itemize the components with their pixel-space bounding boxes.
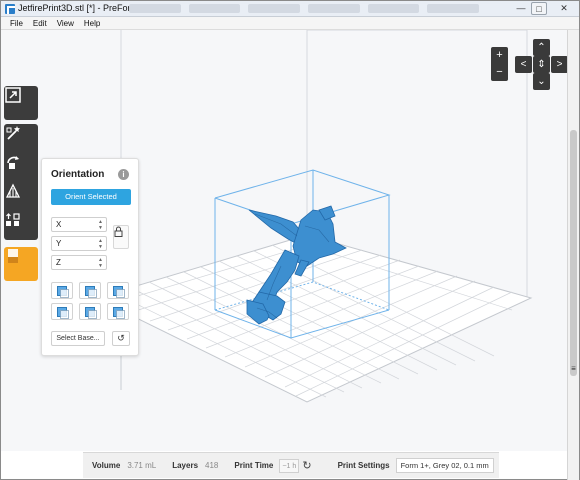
- face-top-button[interactable]: [79, 282, 101, 299]
- cube-face-icon: [113, 285, 125, 298]
- pan-right-button[interactable]: >: [551, 56, 567, 73]
- supports-icon: [5, 183, 21, 198]
- x-spinner-icon[interactable]: ▲ ▼: [98, 219, 103, 231]
- scrollbar-thumb[interactable]: [570, 130, 577, 376]
- y-spinner-icon[interactable]: ▲ ▼: [98, 238, 103, 250]
- refresh-icon[interactable]: ↻: [302, 459, 311, 472]
- z-spinner-icon[interactable]: ▲ ▼: [98, 257, 103, 269]
- cube-face-icon: [85, 285, 97, 298]
- view-dpad: ⌃ < ⇕ > ⌄: [515, 39, 567, 91]
- window-title: JetfirePrint3D.stl [*] - PreForm: [18, 3, 139, 13]
- 3d-viewport[interactable]: Orientation i Orient Selected X ▲ ▼ Y ▲ ▼ …: [1, 30, 567, 451]
- layout-icon: [6, 213, 20, 226]
- undo-icon[interactable]: ↺: [112, 331, 130, 346]
- select-base-button[interactable]: Select Base...: [51, 331, 105, 346]
- minimize-button[interactable]: —: [513, 2, 529, 15]
- orientation-panel: Orientation i Orient Selected X ▲ ▼ Y ▲ ▼ …: [41, 158, 139, 356]
- print-time-value: ~1 h: [279, 458, 300, 473]
- title-bar: JetfirePrint3D.stl [*] - PreForm — □ ✕: [1, 1, 579, 17]
- cube-face-icon: [85, 306, 97, 319]
- x-rotation-field[interactable]: X ▲ ▼: [51, 217, 107, 232]
- volume-value: 3.71 mL: [127, 461, 157, 470]
- orientation-icon: [7, 156, 19, 169]
- face-back-button[interactable]: [51, 282, 73, 299]
- print-time-label: Print Time: [234, 461, 274, 470]
- preform-app-icon: [5, 4, 15, 14]
- expand-icon: [5, 87, 21, 103]
- zoom-controls: + −: [491, 47, 508, 81]
- auto-setup-button[interactable]: [4, 124, 38, 153]
- y-rotation-field[interactable]: Y ▲ ▼: [51, 236, 107, 251]
- supports-tool-button[interactable]: [4, 182, 38, 211]
- face-right-button[interactable]: [107, 282, 129, 299]
- orientation-panel-title: Orientation: [51, 169, 105, 180]
- print-settings-field[interactable]: Form 1+, Grey 02, 0.1 mm: [395, 458, 494, 473]
- pan-up-button[interactable]: ⌃: [533, 39, 550, 56]
- magic-wand-icon: [6, 126, 20, 140]
- face-bottom-button[interactable]: [79, 303, 101, 320]
- tool-group: [4, 124, 38, 240]
- cube-face-icon: [57, 306, 69, 319]
- info-icon[interactable]: i: [118, 169, 129, 180]
- layout-tool-button[interactable]: [4, 211, 38, 240]
- z-rotation-field[interactable]: Z ▲ ▼: [51, 255, 107, 270]
- orient-selected-button[interactable]: Orient Selected: [51, 189, 131, 205]
- x-axis-label: X: [56, 220, 62, 229]
- maximize-button[interactable]: □: [531, 2, 547, 15]
- view-fit-button[interactable]: [4, 86, 38, 120]
- y-axis-label: Y: [56, 239, 62, 248]
- lock-ratio-button[interactable]: [113, 225, 129, 249]
- menu-bar: File Edit View Help: [1, 17, 579, 30]
- status-bar: Volume 3.71 mL Layers 418 Print Time ~1 …: [83, 452, 499, 478]
- vertical-scrollbar[interactable]: ≡: [567, 30, 579, 480]
- layers-value: 418: [205, 461, 219, 470]
- menu-file[interactable]: File: [5, 17, 28, 29]
- zoom-out-button[interactable]: −: [491, 64, 508, 81]
- face-left-button[interactable]: [107, 303, 129, 320]
- menu-view[interactable]: View: [52, 17, 79, 29]
- orientation-tool-button[interactable]: [4, 153, 38, 182]
- lock-icon: [114, 226, 123, 237]
- volume-label: Volume: [92, 461, 121, 470]
- cube-face-icon: [113, 306, 125, 319]
- view-reset-icon[interactable]: ⇕: [533, 56, 550, 73]
- z-axis-label: Z: [56, 258, 61, 267]
- face-front-button[interactable]: [51, 303, 73, 320]
- blurred-taskbar-area: [129, 4, 480, 14]
- cube-face-icon: [57, 285, 69, 298]
- scrollbar-grip-icon[interactable]: ≡: [569, 364, 578, 374]
- menu-help[interactable]: Help: [79, 17, 105, 29]
- zoom-in-button[interactable]: +: [491, 47, 508, 64]
- pan-down-button[interactable]: ⌄: [533, 73, 550, 90]
- close-button[interactable]: ✕: [551, 2, 577, 15]
- print-icon: [8, 249, 18, 263]
- print-settings-label: Print Settings: [337, 461, 390, 470]
- layers-label: Layers: [172, 461, 199, 470]
- pan-left-button[interactable]: <: [515, 56, 532, 73]
- menu-edit[interactable]: Edit: [28, 17, 52, 29]
- application-window: JetfirePrint3D.stl [*] - PreForm — □ ✕ F…: [0, 0, 580, 480]
- print-button[interactable]: [4, 247, 38, 281]
